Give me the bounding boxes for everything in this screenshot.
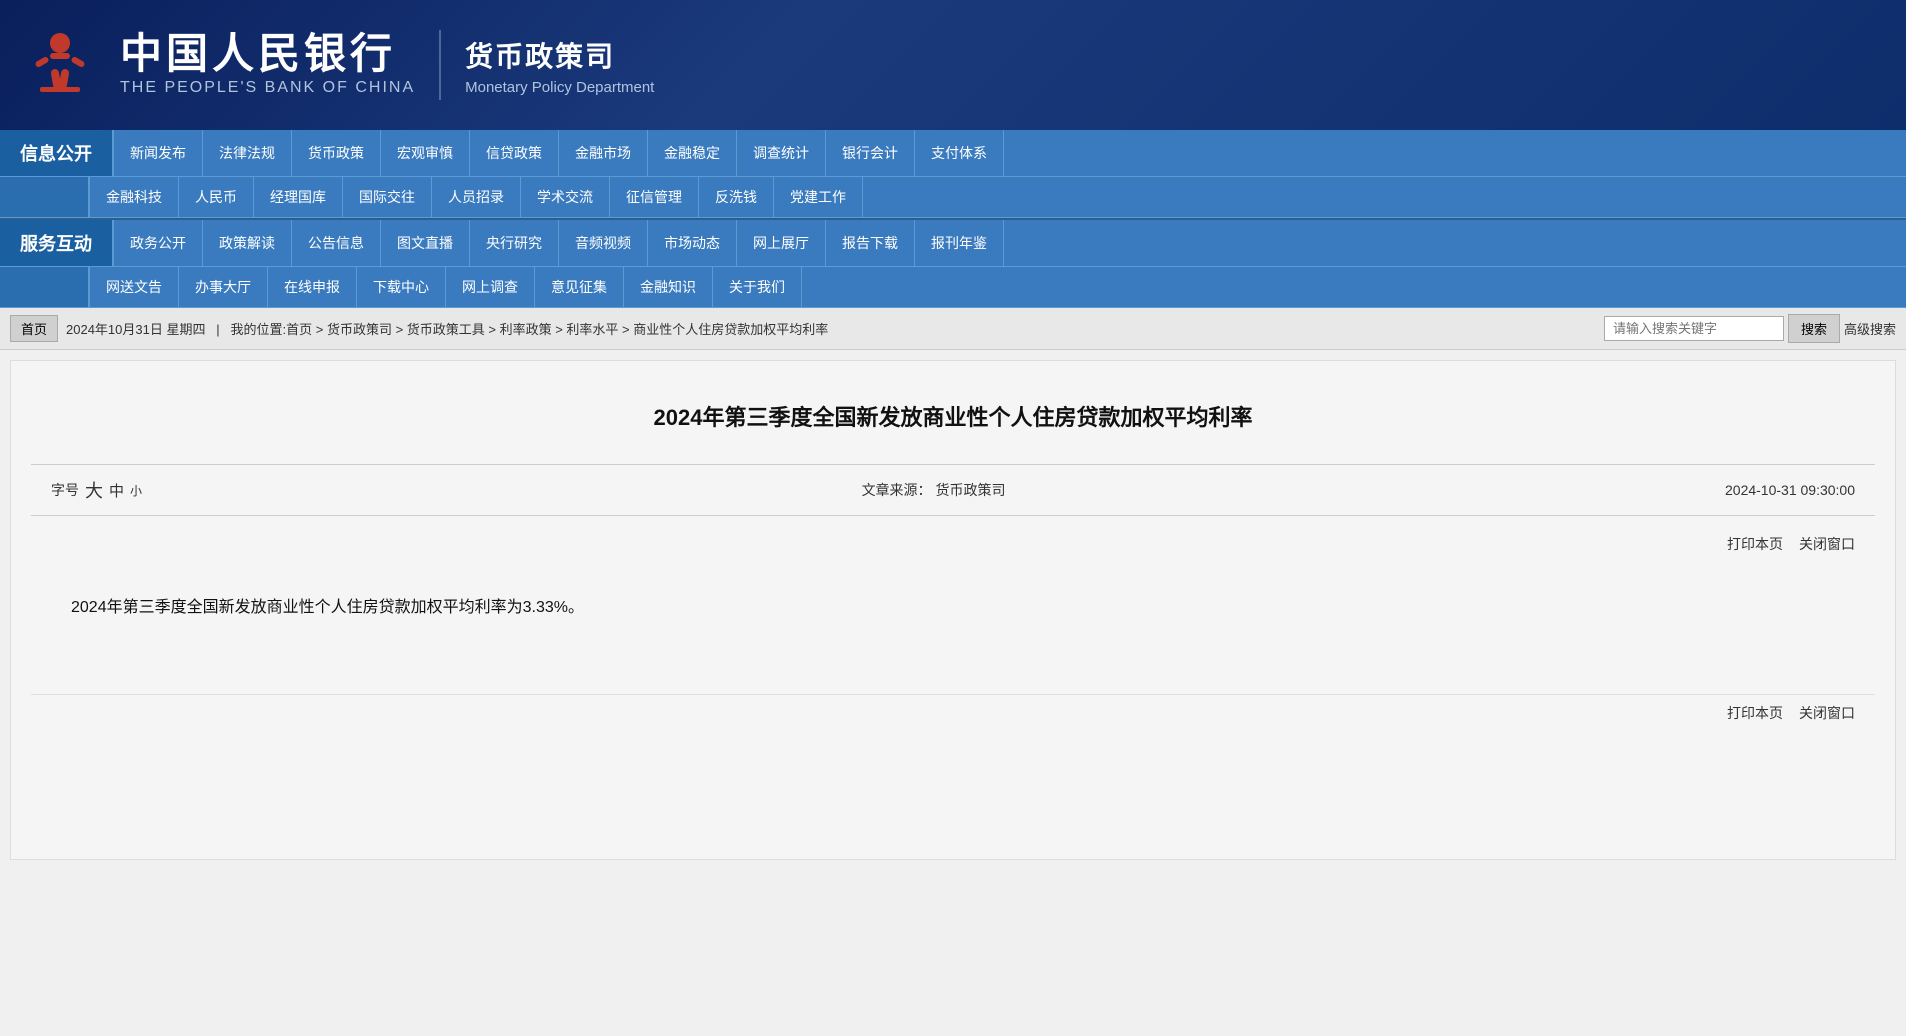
- nav-item-media[interactable]: 音频视频: [559, 220, 648, 266]
- nav-item-recruitment[interactable]: 人员招录: [432, 177, 521, 217]
- nav-item-gov-open[interactable]: 政务公开: [114, 220, 203, 266]
- nav-item-online-hall[interactable]: 网上展厅: [737, 220, 826, 266]
- nav-item-live[interactable]: 图文直播: [381, 220, 470, 266]
- nav-item-academic[interactable]: 学术交流: [521, 177, 610, 217]
- pbc-emblem-icon: [20, 25, 100, 105]
- nav-item-research[interactable]: 央行研究: [470, 220, 559, 266]
- nav-item-banking[interactable]: 银行会计: [826, 130, 915, 176]
- search-area: 搜索 高级搜索: [1604, 314, 1896, 343]
- font-size-area: 字号 大 中 小: [51, 477, 142, 503]
- nav-row-3: 服务互动 政务公开 政策解读 公告信息 图文直播 央行研究 音频视频 市场动态 …: [0, 218, 1906, 267]
- print-bar-bottom: 打印本页 关闭窗口: [31, 694, 1875, 731]
- nav-item-credit[interactable]: 信贷政策: [470, 130, 559, 176]
- print-link-top[interactable]: 打印本页: [1727, 534, 1783, 554]
- breadcrumb-bar: 首页 2024年10月31日 星期四 | 我的位置:首页 > 货币政策司 > 货…: [0, 308, 1906, 350]
- nav-item-law[interactable]: 法律法规: [203, 130, 292, 176]
- nav-row-4: 网送文告 办事大厅 在线申报 下载中心 网上调查 意见征集 金融知识 关于我们: [0, 267, 1906, 308]
- print-bar-top: 打印本页 关闭窗口: [31, 526, 1875, 562]
- source-value: 货币政策司: [935, 482, 1005, 498]
- dept-name-chinese: 货币政策司: [465, 35, 654, 75]
- nav-item-aml[interactable]: 反洗钱: [699, 177, 774, 217]
- article-meta-bar: 字号 大 中 小 文章来源： 货币政策司 2024-10-31 09:30:00: [31, 464, 1875, 516]
- nav-item-credit-mgmt[interactable]: 征信管理: [610, 177, 699, 217]
- nav-item-yearbook[interactable]: 报刊年鉴: [915, 220, 1004, 266]
- breadcrumb-date: 2024年10月31日 星期四 | 我的位置:首页 > 货币政策司 > 货币政策…: [66, 319, 1596, 338]
- search-input[interactable]: [1604, 316, 1784, 341]
- article-date: 2024-10-31 09:30:00: [1725, 482, 1855, 498]
- font-large-btn[interactable]: 大: [85, 477, 103, 503]
- nav-item-macro[interactable]: 宏观审慎: [381, 130, 470, 176]
- nav-item-online-apply[interactable]: 在线申报: [268, 267, 357, 307]
- bank-name-english: THE PEOPLE'S BANK OF CHINA: [120, 79, 415, 97]
- nav-item-online-survey[interactable]: 网上调查: [446, 267, 535, 307]
- nav-items-row2: 金融科技 人民币 经理国库 国际交往 人员招录 学术交流 征信管理 反洗钱 党建…: [90, 177, 1906, 217]
- logo-area: 中国人民银行 THE PEOPLE'S BANK OF CHINA: [20, 25, 415, 105]
- nav-section-info: 信息公开: [0, 130, 114, 176]
- article-title: 2024年第三季度全国新发放商业性个人住房贷款加权平均利率: [31, 401, 1875, 434]
- article-body: 2024年第三季度全国新发放商业性个人住房贷款加权平均利率为3.33%。: [31, 582, 1875, 664]
- nav-item-reports[interactable]: 报告下载: [826, 220, 915, 266]
- nav-item-intl[interactable]: 国际交往: [343, 177, 432, 217]
- bank-name-area: 中国人民银行 THE PEOPLE'S BANK OF CHINA: [120, 33, 415, 97]
- breadcrumb-path: 我的位置:首页 > 货币政策司 > 货币政策工具 > 利率政策 > 利率水平 >…: [231, 322, 829, 337]
- nav-item-news[interactable]: 新闻发布: [114, 130, 203, 176]
- nav-row-1: 信息公开 新闻发布 法律法规 货币政策 宏观审慎 信贷政策 金融市场 金融稳定 …: [0, 130, 1906, 177]
- nav-item-finance-edu[interactable]: 金融知识: [624, 267, 713, 307]
- nav-items-row4: 网送文告 办事大厅 在线申报 下载中心 网上调查 意见征集 金融知识 关于我们: [90, 267, 1906, 307]
- bank-name-chinese: 中国人民银行: [120, 33, 415, 75]
- search-button[interactable]: 搜索: [1788, 314, 1840, 343]
- nav-item-financial-market[interactable]: 金融市场: [559, 130, 648, 176]
- nav-item-treasury[interactable]: 经理国库: [254, 177, 343, 217]
- font-size-label: 字号: [51, 480, 79, 500]
- nav-item-about[interactable]: 关于我们: [713, 267, 802, 307]
- source-label: 文章来源：: [862, 482, 932, 498]
- nav-item-feedback[interactable]: 意见征集: [535, 267, 624, 307]
- nav-section-empty2: [0, 267, 90, 307]
- article-content: 2024年第三季度全国新发放商业性个人住房贷款加权平均利率为3.33%。: [71, 592, 1835, 624]
- nav-item-download[interactable]: 下载中心: [357, 267, 446, 307]
- date-text: 2024年10月31日 星期四: [66, 322, 205, 337]
- close-link-top[interactable]: 关闭窗口: [1799, 534, 1855, 554]
- nav-container: 信息公开 新闻发布 法律法规 货币政策 宏观审慎 信贷政策 金融市场 金融稳定 …: [0, 130, 1906, 308]
- nav-section-service: 服务互动: [0, 220, 114, 266]
- nav-section-empty1: [0, 177, 90, 217]
- close-link-bottom[interactable]: 关闭窗口: [1799, 703, 1855, 723]
- home-button[interactable]: 首页: [10, 315, 58, 342]
- font-small-btn[interactable]: 小: [130, 482, 142, 499]
- nav-item-payment[interactable]: 支付体系: [915, 130, 1004, 176]
- nav-items-row3: 政务公开 政策解读 公告信息 图文直播 央行研究 音频视频 市场动态 网上展厅 …: [114, 220, 1906, 266]
- advanced-search-link[interactable]: 高级搜索: [1844, 319, 1896, 338]
- nav-items-row1: 新闻发布 法律法规 货币政策 宏观审慎 信贷政策 金融市场 金融稳定 调查统计 …: [114, 130, 1906, 176]
- nav-item-survey[interactable]: 调查统计: [737, 130, 826, 176]
- font-medium-btn[interactable]: 中: [109, 480, 124, 501]
- page-header: 中国人民银行 THE PEOPLE'S BANK OF CHINA 货币政策司 …: [0, 0, 1906, 130]
- dept-name-english: Monetary Policy Department: [465, 79, 654, 96]
- nav-item-webcast[interactable]: 网送文告: [90, 267, 179, 307]
- article-source: 文章来源： 货币政策司: [142, 480, 1725, 500]
- nav-item-notices[interactable]: 公告信息: [292, 220, 381, 266]
- nav-item-service-hall[interactable]: 办事大厅: [179, 267, 268, 307]
- nav-item-financial-stability[interactable]: 金融稳定: [648, 130, 737, 176]
- nav-item-rmb[interactable]: 人民币: [179, 177, 254, 217]
- nav-item-market[interactable]: 市场动态: [648, 220, 737, 266]
- dept-name-area: 货币政策司 Monetary Policy Department: [465, 35, 654, 96]
- nav-row-2: 金融科技 人民币 经理国库 国际交往 人员招录 学术交流 征信管理 反洗钱 党建…: [0, 177, 1906, 218]
- nav-item-policy-interpret[interactable]: 政策解读: [203, 220, 292, 266]
- nav-item-fintech[interactable]: 金融科技: [90, 177, 179, 217]
- nav-item-monetary[interactable]: 货币政策: [292, 130, 381, 176]
- header-divider: [439, 30, 441, 100]
- content-area: 2024年第三季度全国新发放商业性个人住房贷款加权平均利率 字号 大 中 小 文…: [10, 360, 1896, 860]
- nav-item-party[interactable]: 党建工作: [774, 177, 863, 217]
- print-link-bottom[interactable]: 打印本页: [1727, 703, 1783, 723]
